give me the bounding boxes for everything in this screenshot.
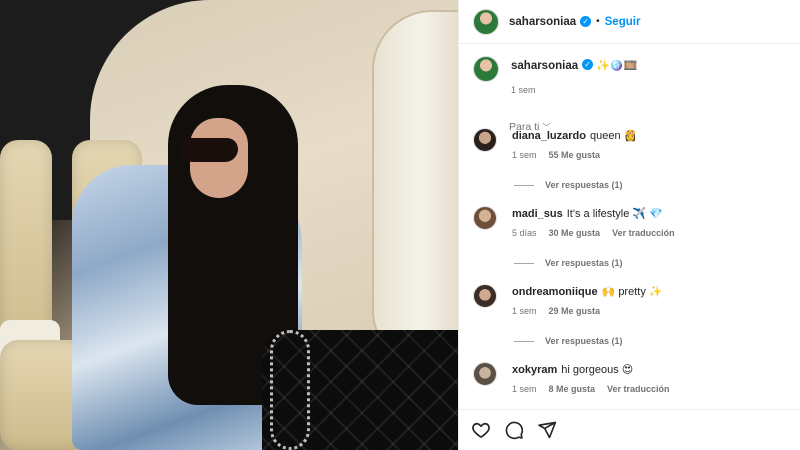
caption: saharsoniaa ✓ ✨🪩🎞️ 1 sem — [459, 44, 800, 95]
airplane-window — [372, 10, 458, 370]
replies-line — [514, 184, 534, 186]
comment-likes[interactable]: 30 Me gusta — [549, 228, 601, 238]
verified-badge-icon: ✓ — [582, 59, 594, 71]
comment-username[interactable]: madi_sus — [512, 208, 563, 220]
caption-time[interactable]: 1 sem — [511, 85, 637, 95]
comment-avatar[interactable] — [473, 206, 497, 230]
sunglasses — [180, 138, 238, 162]
comment-text: 🙌 pretty ✨ — [601, 286, 663, 298]
comments-list: diana_luzardo queen 👸 1 sem 55 Me gusta V… — [459, 128, 800, 394]
comment-text: hi gorgeous 😍 — [561, 364, 634, 376]
replies-line — [514, 340, 534, 342]
caption-text: ✨🪩🎞️ — [596, 60, 638, 72]
comment-username[interactable]: xokyram — [512, 364, 557, 376]
comment-time[interactable]: 1 sem — [512, 384, 537, 394]
comment-username[interactable]: diana_luzardo — [512, 130, 586, 142]
post-header: saharsoniaa ✓ • Seguir — [459, 0, 800, 44]
comment-text: queen 👸 — [589, 130, 638, 142]
comment-avatar[interactable] — [473, 128, 497, 152]
comment-text: It's a lifestyle ✈️ 💎 — [566, 208, 663, 220]
comment-time[interactable]: 1 sem — [512, 150, 537, 160]
verified-badge-icon: ✓ — [580, 16, 592, 27]
view-replies-label: Ver respuestas (1) — [545, 258, 623, 268]
comment-item: xokyram hi gorgeous 😍 1 sem 8 Me gusta Ve… — [459, 362, 800, 394]
replies-line — [514, 262, 534, 264]
comment-likes[interactable]: 55 Me gusta — [549, 150, 601, 160]
header-username[interactable]: saharsoniaa — [509, 16, 576, 28]
bag-chain — [270, 330, 310, 450]
comment-icon[interactable] — [504, 420, 524, 440]
separator-dot: • — [596, 16, 600, 27]
heart-icon[interactable] — [471, 420, 491, 440]
action-bar — [459, 409, 800, 450]
view-replies-button[interactable]: Ver respuestas (1) — [514, 258, 800, 268]
comment-item: madi_sus It's a lifestyle ✈️ 💎 5 días 30 … — [459, 206, 800, 284]
view-replies-label: Ver respuestas (1) — [545, 180, 623, 190]
translate-button[interactable]: Ver traducción — [607, 384, 670, 394]
translate-button[interactable]: Ver traducción — [612, 228, 675, 238]
comment-item: ondreamoniique 🙌 pretty ✨ 1 sem 29 Me gus… — [459, 284, 800, 362]
comment-avatar[interactable] — [473, 362, 497, 386]
follow-button[interactable]: Seguir — [605, 16, 641, 28]
comment-likes[interactable]: 29 Me gusta — [549, 306, 601, 316]
comment-likes[interactable]: 8 Me gusta — [549, 384, 596, 394]
caption-username[interactable]: saharsoniaa — [511, 60, 578, 72]
avatar[interactable] — [473, 56, 499, 82]
comment-avatar[interactable] — [473, 284, 497, 308]
post-photo[interactable] — [0, 0, 458, 450]
view-replies-button[interactable]: Ver respuestas (1) — [514, 336, 800, 346]
view-replies-label: Ver respuestas (1) — [545, 336, 623, 346]
send-icon[interactable] — [537, 420, 557, 440]
post-side-panel: saharsoniaa ✓ • Seguir saharsoniaa ✓ ✨🪩🎞️ … — [458, 0, 800, 450]
comment-username[interactable]: ondreamoniique — [512, 286, 598, 298]
avatar[interactable] — [473, 8, 499, 35]
comment-item: diana_luzardo queen 👸 1 sem 55 Me gusta V… — [459, 128, 800, 206]
view-replies-button[interactable]: Ver respuestas (1) — [514, 180, 800, 190]
comment-time[interactable]: 1 sem — [512, 306, 537, 316]
comment-time[interactable]: 5 días — [512, 228, 537, 238]
